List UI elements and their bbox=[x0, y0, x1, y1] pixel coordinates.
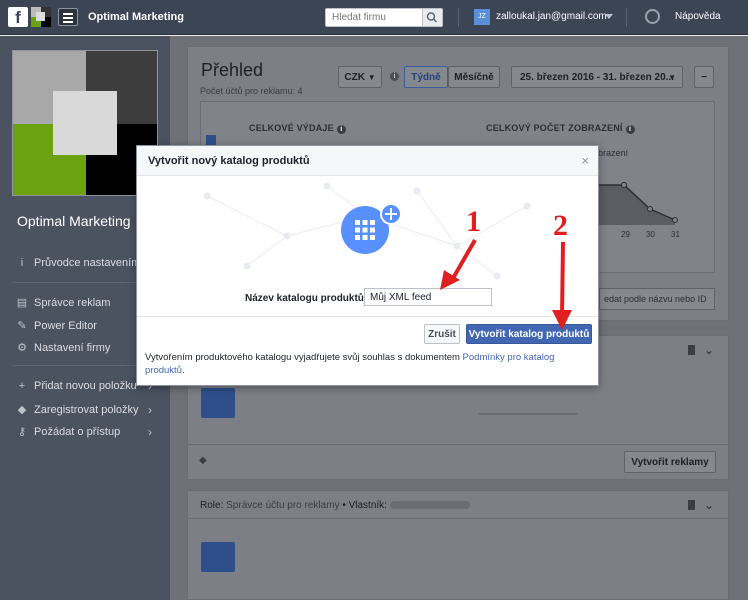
globe-icon[interactable] bbox=[645, 9, 660, 24]
account-name: Optimal Marketing bbox=[17, 213, 131, 229]
create-ads-button[interactable]: Vytvořit reklamy bbox=[624, 451, 716, 473]
chevron-down-icon[interactable]: ⌄ bbox=[704, 498, 714, 512]
top-bar: f Optimal Marketing JZ zalloukal.jan@gma… bbox=[0, 0, 748, 35]
info-icon: i bbox=[20, 257, 24, 269]
help-link[interactable]: Nápověda bbox=[675, 11, 721, 22]
gear-icon: ⚙ bbox=[17, 342, 27, 354]
kpi-impressions-sublabel: brazení bbox=[598, 148, 629, 158]
sidebar-item-setup-guide[interactable]: i Průvodce nastavením bbox=[16, 257, 141, 269]
bookmark-icon[interactable] bbox=[688, 500, 695, 510]
user-avatar[interactable]: JZ bbox=[474, 9, 490, 25]
dialog-header: Vytvořit nový katalog produktů × bbox=[137, 146, 598, 176]
key-icon: ⚷ bbox=[17, 426, 27, 438]
currency-value: CZK bbox=[344, 71, 365, 83]
sidebar-item-label: Požádat o přístup bbox=[34, 425, 121, 438]
user-email[interactable]: zalloukal.jan@gmail.com bbox=[496, 11, 607, 22]
chevron-down-icon: ▼ bbox=[668, 72, 676, 82]
chevron-down-icon: ▼ bbox=[367, 72, 376, 82]
user-menu-chevron-down-icon[interactable] bbox=[605, 14, 613, 19]
dialog-title: Vytvořit nový katalog produktů bbox=[148, 155, 310, 167]
sidebar-item-power-editor[interactable]: ✎ Power Editor bbox=[16, 319, 97, 333]
sidebar-item-label: Nastavení firmy bbox=[34, 341, 111, 354]
close-icon[interactable]: × bbox=[581, 153, 589, 168]
blurred-chart bbox=[478, 395, 578, 415]
collapse-button[interactable]: − bbox=[694, 66, 714, 88]
tag-icon: ◆ bbox=[199, 455, 207, 466]
sidebar-item-add-asset[interactable]: + Přidat novou položku › bbox=[16, 379, 152, 393]
chevron-right-icon: › bbox=[148, 424, 152, 439]
ad-account-count: Počet účtů pro reklamu: 4 bbox=[200, 86, 303, 96]
sidebar-item-request-access[interactable]: ⚷ Požádat o přístup › bbox=[16, 425, 152, 439]
sidebar-item-label: Zaregistrovat položky bbox=[34, 403, 139, 416]
card-divider bbox=[188, 444, 728, 445]
ad-account-thumbnail bbox=[201, 542, 235, 572]
terms-note: Vytvořením produktového katalogu vyjadřu… bbox=[145, 352, 555, 376]
sidebar-item-ads-manager[interactable]: ▤ Správce reklam bbox=[16, 296, 111, 310]
date-range-picker[interactable]: 25. březen 2016 - 31. březen 20... ▼ bbox=[511, 66, 683, 88]
currency-select[interactable]: CZK ▼ bbox=[338, 66, 382, 88]
chevron-right-icon: › bbox=[148, 402, 152, 417]
info-icon[interactable]: i bbox=[390, 72, 399, 81]
bookmark-icon[interactable] bbox=[688, 345, 695, 355]
search-box bbox=[325, 8, 443, 27]
divider bbox=[458, 8, 459, 27]
facebook-logo-icon[interactable]: f bbox=[8, 7, 28, 27]
page-title: Přehled bbox=[201, 60, 264, 80]
bar-chart-icon: ▤ bbox=[16, 297, 28, 309]
monthly-toggle[interactable]: Měsíčně bbox=[448, 66, 500, 88]
sidebar-item-label: Power Editor bbox=[34, 319, 97, 332]
date-range-value: 25. březen 2016 - 31. březen 20... bbox=[520, 71, 674, 83]
divider bbox=[626, 8, 627, 27]
role-line: Role: Správce účtu pro reklamy • Vlastní… bbox=[200, 500, 470, 511]
business-logo-icon[interactable] bbox=[31, 7, 51, 27]
axis-tick: 31 bbox=[671, 230, 680, 239]
annotation-arrows bbox=[440, 239, 572, 330]
search-icon bbox=[426, 12, 438, 23]
sidebar-item-business-settings[interactable]: ⚙ Nastavení firmy bbox=[16, 341, 111, 355]
sidebar-item-label: Správce reklam bbox=[34, 296, 111, 309]
axis-tick: 30 bbox=[646, 230, 655, 239]
product-catalog-icon bbox=[341, 203, 402, 254]
card-divider bbox=[188, 518, 728, 519]
impressions-sparkline bbox=[599, 182, 678, 225]
search-input[interactable] bbox=[326, 9, 422, 26]
business-name[interactable]: Optimal Marketing bbox=[88, 11, 184, 23]
sidebar-item-label: Přidat novou položku bbox=[34, 380, 137, 392]
plus-icon: + bbox=[18, 380, 26, 392]
filter-input[interactable]: edat podle názvu nebo ID bbox=[599, 288, 715, 310]
sidebar-item-label: Průvodce nastavením bbox=[34, 257, 141, 269]
pencil-icon: ✎ bbox=[17, 320, 27, 332]
ad-account-thumbnail bbox=[201, 388, 235, 418]
search-button[interactable] bbox=[422, 9, 442, 26]
catalog-name-label: Název katalogu produktů bbox=[245, 293, 364, 304]
hamburger-menu-icon[interactable] bbox=[58, 8, 78, 26]
weekly-toggle[interactable]: Týdně bbox=[404, 66, 448, 88]
info-icon[interactable]: i bbox=[336, 125, 346, 134]
tag-icon: ◆ bbox=[17, 404, 27, 416]
chevron-down-icon[interactable]: ⌄ bbox=[704, 343, 714, 357]
axis-tick: 29 bbox=[621, 230, 630, 239]
sidebar-item-register-assets[interactable]: ◆ Zaregistrovat položky › bbox=[16, 403, 152, 417]
kpi-total-spend-label: CELKOVÉ VÝDAJE i bbox=[249, 123, 346, 134]
info-icon[interactable]: i bbox=[625, 125, 635, 134]
kpi-total-impressions-label: CELKOVÝ POČET ZOBRAZENÍ i bbox=[486, 123, 635, 134]
